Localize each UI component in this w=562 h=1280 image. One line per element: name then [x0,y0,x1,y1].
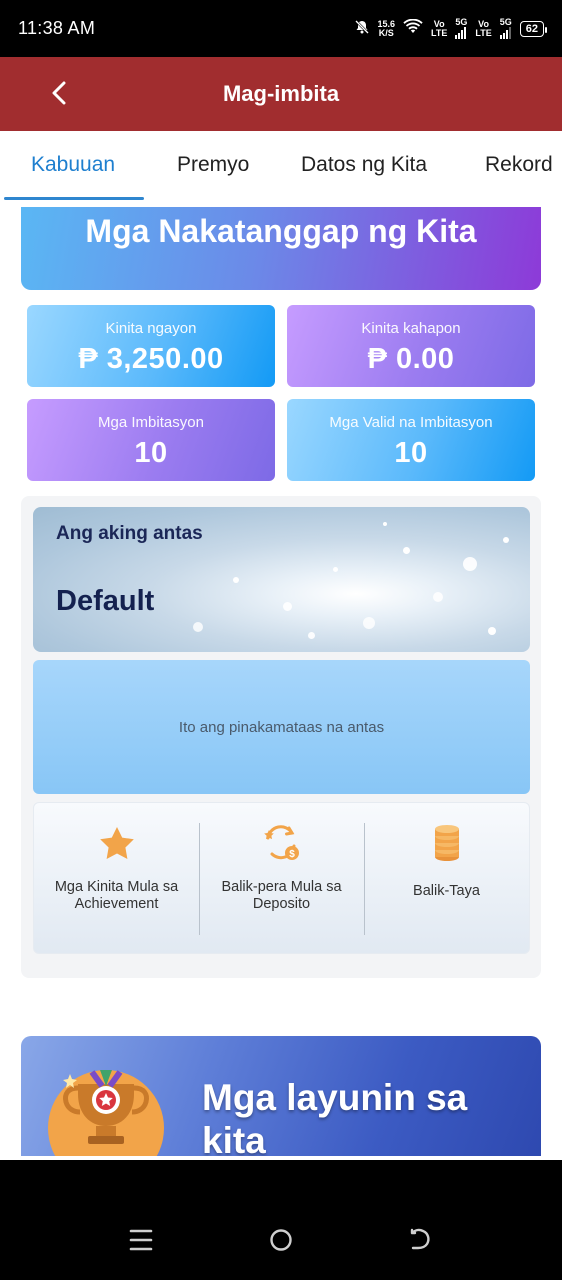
rank-subtitle: Ang aking antas [56,523,203,544]
goals-card[interactable]: Mga layunin sa kita [21,1036,541,1156]
tab-kabuuan[interactable]: Kabuuan [31,153,115,177]
coins-icon [433,823,461,863]
rank-name: Default [56,585,155,617]
star-icon [99,823,135,863]
volte-2: Vo LTE [475,18,492,38]
stat-yesterday-value: ₱ 0.00 [367,343,455,375]
signal-2: 5G [499,18,512,39]
stat-today-value: ₱ 3,250.00 [78,343,224,375]
rank-card: Ang aking antas Default [33,507,530,652]
cashback-icon: $ [262,823,302,863]
stat-invites: Mga Imbitasyon 10 [27,399,275,481]
status-time: 11:38 AM [18,18,96,38]
status-bar: 11:38 AM 15.6 K/S Vo LTE 5G Vo LTE 5G 62 [0,0,562,57]
status-icons: 15.6 K/S Vo LTE 5G Vo LTE 5G 62 [354,18,548,39]
stat-today-label: Kinita ngayon [105,320,197,337]
feature-bet-cashback[interactable]: Balik-Taya [364,803,529,953]
volte-1: Vo LTE [431,18,448,38]
goals-title: Mga layunin sa kita [202,1077,468,1156]
max-level-card: Ito ang pinakamataas na antas [33,660,530,794]
feature-row: Mga Kinita Mula sa Achievement $ Balik-p… [33,802,530,954]
net-speed: 15.6 K/S [377,18,396,38]
feature-bet-cashback-label: Balik-Taya [413,883,480,899]
feature-achievement-label: Mga Kinita Mula sa Achievement [54,879,179,912]
battery-icon: 62 [519,20,548,37]
back-button[interactable] [44,78,74,108]
feature-deposit-cashback-label: Balik-pera Mula sa Deposito [221,879,342,912]
feature-achievement[interactable]: Mga Kinita Mula sa Achievement [34,803,199,953]
home-circle-icon [270,1229,292,1251]
svg-text:$: $ [289,849,295,860]
home-button[interactable] [261,1220,301,1260]
stat-yesterday-label: Kinita kahapon [361,320,461,337]
stat-yesterday: Kinita kahapon ₱ 0.00 [287,305,535,387]
back-arrow-icon [410,1228,430,1250]
signal-1: 5G [455,18,467,39]
signal-bars-icon [455,27,467,39]
earnings-banner: Mga Nakatanggap ng Kita [21,207,541,290]
chevron-left-icon [52,81,66,105]
back-nav-button[interactable] [401,1220,441,1260]
trophy-icon [48,1070,164,1156]
stat-invites-label: Mga Imbitasyon [98,414,204,431]
feature-deposit-cashback[interactable]: $ Balik-pera Mula sa Deposito [199,803,364,953]
stat-valid-label: Mga Valid na Imbitasyon [329,414,493,431]
tab-premyo[interactable]: Premyo [177,153,249,177]
banner-title: Mga Nakatanggap ng Kita [85,213,477,249]
tab-datos-ng-kita[interactable]: Datos ng Kita [301,153,427,177]
stat-today: Kinita ngayon ₱ 3,250.00 [27,305,275,387]
page-title: Mag-imbita [222,81,340,106]
stat-invites-value: 10 [134,437,168,469]
tab-indicator [4,197,144,200]
wifi-icon [403,18,423,38]
mute-icon [354,19,370,38]
tab-bar: Kabuuan Premyo Datos ng Kita Rekord [0,131,562,203]
menu-icon [129,1229,153,1251]
max-level-text: Ito ang pinakamataas na antas [178,718,385,736]
stat-valid-value: 10 [394,437,428,469]
app-header: Mag-imbita [0,57,562,131]
tab-rekord[interactable]: Rekord [485,153,553,177]
recents-button[interactable] [121,1220,161,1260]
stat-valid-invites: Mga Valid na Imbitasyon 10 [287,399,535,481]
signal-bars-icon [499,27,512,39]
